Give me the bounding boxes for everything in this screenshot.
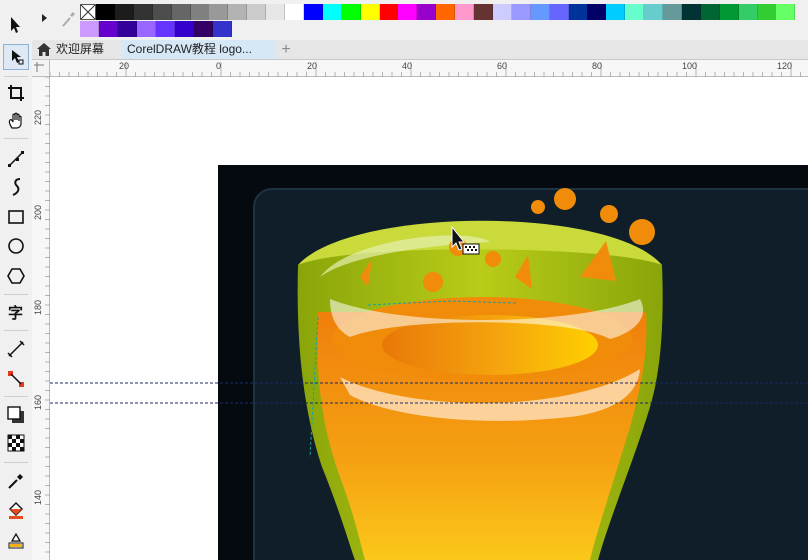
eyedropper-tool-icon[interactable] bbox=[3, 468, 29, 494]
color-swatch[interactable] bbox=[719, 4, 739, 20]
color-swatch[interactable] bbox=[118, 21, 137, 37]
ruler-h-label: 120 bbox=[777, 61, 793, 71]
transparency-tool-icon[interactable] bbox=[3, 430, 29, 456]
color-swatch[interactable] bbox=[266, 4, 286, 20]
color-swatch[interactable] bbox=[417, 4, 437, 20]
color-swatch[interactable] bbox=[322, 4, 342, 20]
juice-drop[interactable] bbox=[629, 219, 655, 245]
ruler-v-label: 140 bbox=[33, 489, 43, 505]
horizontal-ruler[interactable]: 20 0 20 40 60 80 100 120 bbox=[50, 60, 808, 77]
tab-welcome-label: 欢迎屏幕 bbox=[56, 42, 105, 56]
crop-tool-icon[interactable] bbox=[3, 80, 29, 106]
color-swatch[interactable] bbox=[625, 4, 645, 20]
juice-drop[interactable] bbox=[531, 200, 545, 214]
color-swatch[interactable] bbox=[492, 4, 512, 20]
color-swatch[interactable] bbox=[360, 4, 380, 20]
color-swatch[interactable] bbox=[114, 4, 134, 20]
color-swatch[interactable] bbox=[228, 4, 248, 20]
color-swatch[interactable] bbox=[171, 4, 191, 20]
color-swatch[interactable] bbox=[285, 4, 304, 20]
freehand-tool-icon[interactable] bbox=[3, 146, 29, 172]
color-swatch[interactable] bbox=[398, 4, 418, 20]
ruler-origin-corner[interactable] bbox=[32, 60, 50, 77]
palette-scroll-arrow-icon[interactable] bbox=[42, 14, 47, 22]
home-icon bbox=[37, 43, 51, 56]
add-tab-button[interactable]: + bbox=[276, 40, 296, 59]
rectangle-tool-icon[interactable] bbox=[3, 204, 29, 230]
color-swatch[interactable] bbox=[209, 4, 229, 20]
polygon-tool-icon[interactable] bbox=[3, 263, 29, 289]
document-tab-bar: 欢迎屏幕 CorelDRAW教程 logo... + bbox=[32, 40, 808, 60]
color-swatch[interactable] bbox=[133, 4, 153, 20]
drawing-canvas[interactable] bbox=[50, 77, 808, 560]
ruler-h-label: 20 bbox=[307, 61, 318, 71]
ruler-h-label: 40 bbox=[402, 61, 413, 71]
pick-tool-icon[interactable] bbox=[3, 12, 29, 38]
color-swatch[interactable] bbox=[700, 4, 720, 20]
color-swatch[interactable] bbox=[474, 4, 493, 20]
palette-eyedropper-icon[interactable] bbox=[60, 10, 76, 28]
color-swatch[interactable] bbox=[96, 4, 115, 20]
color-swatch[interactable] bbox=[587, 4, 607, 20]
ruler-v-label: 160 bbox=[33, 394, 43, 410]
fill-tool-icon[interactable] bbox=[3, 497, 29, 523]
tab-welcome-screen[interactable]: 欢迎屏幕 bbox=[32, 40, 122, 59]
tab-document-label: CorelDRAW教程 logo... bbox=[127, 42, 252, 56]
color-swatch[interactable] bbox=[152, 4, 172, 20]
color-swatch[interactable] bbox=[213, 21, 232, 37]
tab-coreldraw-document[interactable]: CorelDRAW教程 logo... bbox=[122, 40, 276, 59]
color-swatch[interactable] bbox=[303, 4, 323, 20]
color-swatch[interactable] bbox=[530, 4, 550, 20]
ellipse-tool-icon[interactable] bbox=[3, 233, 29, 259]
color-swatch[interactable] bbox=[776, 4, 796, 20]
ruler-h-label: 0 bbox=[216, 61, 222, 71]
color-swatch[interactable] bbox=[436, 4, 456, 20]
ruler-h-label: 60 bbox=[497, 61, 508, 71]
color-swatch[interactable] bbox=[757, 4, 777, 20]
svg-text:字: 字 bbox=[8, 304, 23, 322]
color-swatch[interactable] bbox=[99, 21, 118, 37]
color-swatch[interactable] bbox=[379, 4, 399, 20]
color-swatch[interactable] bbox=[156, 21, 175, 37]
juice-drop[interactable] bbox=[554, 188, 576, 210]
ruler-h-label: 80 bbox=[592, 61, 603, 71]
color-swatch[interactable] bbox=[80, 21, 99, 37]
smart-fill-tool-icon[interactable] bbox=[3, 527, 29, 553]
ruler-h-label: 100 bbox=[682, 61, 698, 71]
ruler-v-label: 220 bbox=[33, 109, 43, 125]
color-swatch[interactable] bbox=[663, 4, 682, 20]
juice-drop[interactable] bbox=[600, 205, 618, 223]
color-swatch[interactable] bbox=[738, 4, 758, 20]
color-swatch[interactable] bbox=[137, 21, 156, 37]
drop-shadow-tool-icon[interactable] bbox=[3, 402, 29, 428]
toolbox: 字 bbox=[0, 0, 33, 560]
artistic-media-tool-icon[interactable] bbox=[3, 174, 29, 200]
color-swatch[interactable] bbox=[511, 4, 531, 20]
vertical-ruler[interactable]: 220 200 180 160 140 bbox=[32, 77, 50, 560]
shape-tool-icon[interactable] bbox=[3, 44, 29, 70]
color-swatch[interactable] bbox=[455, 4, 475, 20]
color-swatch[interactable] bbox=[341, 4, 361, 20]
text-tool-icon[interactable]: 字 bbox=[3, 299, 29, 325]
pan-tool-icon[interactable] bbox=[3, 108, 29, 134]
color-swatch[interactable] bbox=[190, 4, 210, 20]
juice-drop[interactable] bbox=[423, 272, 443, 292]
ruler-v-label: 180 bbox=[33, 299, 43, 315]
color-swatch[interactable] bbox=[568, 4, 588, 20]
dimension-tool-icon[interactable] bbox=[3, 336, 29, 362]
color-swatch[interactable] bbox=[247, 4, 267, 20]
color-swatch[interactable] bbox=[681, 4, 701, 20]
ruler-v-label: 200 bbox=[33, 204, 43, 220]
juice-drop[interactable] bbox=[485, 251, 501, 267]
color-swatch[interactable] bbox=[644, 4, 664, 20]
color-swatch[interactable] bbox=[549, 4, 569, 20]
color-swatch[interactable] bbox=[606, 4, 626, 20]
color-swatch[interactable] bbox=[175, 21, 194, 37]
ruler-h-label: 20 bbox=[119, 61, 130, 71]
color-palette bbox=[32, 0, 808, 40]
connector-tool-icon[interactable] bbox=[3, 366, 29, 392]
color-swatch[interactable] bbox=[194, 21, 213, 37]
no-color-swatch[interactable] bbox=[80, 4, 96, 20]
